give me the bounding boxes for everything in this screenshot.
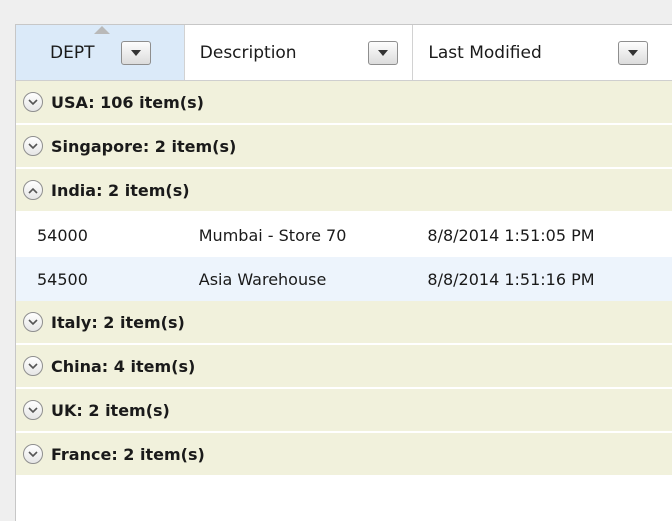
collapse-chevron-up-icon[interactable] [23,180,43,200]
group-row-china[interactable]: China: 4 item(s) [16,345,672,389]
column-header-label: DEPT [50,42,95,63]
group-label: Singapore: 2 item(s) [51,136,237,156]
group-row-india[interactable]: India: 2 item(s) [16,169,672,213]
column-header-last-modified[interactable]: Last Modified [413,25,672,80]
sort-ascending-icon [94,26,110,34]
chevron-down-icon [628,50,639,56]
group-row-singapore[interactable]: Singapore: 2 item(s) [16,125,672,169]
description-filter-button[interactable] [367,41,398,65]
expand-chevron-down-icon[interactable] [23,356,43,376]
expand-chevron-down-icon[interactable] [23,312,43,332]
table-row[interactable]: 54000 Mumbai - Store 70 8/8/2014 1:51:05… [16,213,672,257]
description-cell: Mumbai - Store 70 [198,225,347,245]
table-row[interactable]: 54500 Asia Warehouse 8/8/2014 1:51:16 PM [16,257,672,301]
expand-chevron-down-icon[interactable] [23,92,43,112]
data-grid: DEPT Description Last Modified USA: 106 … [15,24,672,521]
last-modified-cell: 8/8/2014 1:51:05 PM [427,225,595,245]
chevron-down-icon [377,50,388,56]
chevron-down-icon [131,50,141,56]
dept-cell: 54500 [37,269,88,289]
column-header-dept[interactable]: DEPT [16,25,185,80]
dept-cell: 54000 [37,225,88,245]
group-label: USA: 106 item(s) [51,92,204,112]
group-row-usa[interactable]: USA: 106 item(s) [16,81,672,125]
group-row-uk[interactable]: UK: 2 item(s) [16,389,672,433]
expand-chevron-down-icon[interactable] [23,400,43,420]
column-header-description[interactable]: Description [185,25,414,80]
expand-chevron-down-icon[interactable] [23,136,43,156]
group-row-france[interactable]: France: 2 item(s) [16,433,672,477]
description-cell: Asia Warehouse [198,269,327,289]
column-header-label: Description [199,42,297,63]
expand-chevron-down-icon[interactable] [23,444,43,464]
grid-header: DEPT Description Last Modified [16,25,672,81]
group-label: France: 2 item(s) [51,444,205,464]
group-label: China: 4 item(s) [51,356,196,376]
group-label: India: 2 item(s) [51,180,190,200]
group-row-italy[interactable]: Italy: 2 item(s) [16,301,672,345]
grid-body: USA: 106 item(s) Singapore: 2 item(s) In… [16,81,672,477]
group-label: UK: 2 item(s) [51,400,170,420]
dept-filter-button[interactable] [121,41,151,65]
last-modified-cell: 8/8/2014 1:51:16 PM [427,269,595,289]
column-header-label: Last Modified [428,42,542,63]
last-modified-filter-button[interactable] [618,41,649,65]
group-label: Italy: 2 item(s) [51,312,185,332]
